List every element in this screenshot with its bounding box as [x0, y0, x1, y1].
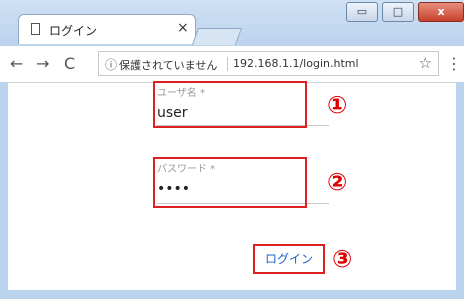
menu-icon[interactable]: ⋮	[446, 54, 462, 73]
browser-toolbar: ← → C ⓘ 保護されていません 192.168.1.1/login.html…	[0, 46, 464, 83]
title-bar: ログイン × ▭ □ x	[0, 0, 464, 46]
bookmark-star-icon[interactable]: ☆	[419, 54, 432, 72]
address-bar[interactable]: ⓘ 保護されていません 192.168.1.1/login.html ☆	[98, 51, 439, 76]
window-border-right	[456, 82, 464, 299]
window-border-left	[0, 82, 8, 299]
tab-title: ログイン	[49, 24, 98, 38]
highlight-box-1	[153, 81, 307, 128]
security-status: 保護されていません	[119, 59, 218, 72]
maximize-button[interactable]: □	[382, 2, 414, 22]
annotation-3: ③	[332, 245, 353, 273]
annotation-2: ②	[327, 168, 348, 196]
page-icon	[31, 23, 40, 35]
highlight-box-3	[253, 244, 325, 274]
browser-tab[interactable]: ログイン ×	[18, 14, 196, 44]
reload-icon[interactable]: C	[64, 54, 75, 73]
info-icon[interactable]: ⓘ	[105, 56, 117, 73]
tab-close-button[interactable]: ×	[177, 20, 189, 36]
url-text[interactable]: 192.168.1.1/login.html	[233, 57, 359, 70]
minimize-button[interactable]: ▭	[346, 2, 378, 22]
close-window-button[interactable]: x	[418, 2, 464, 22]
highlight-box-2	[153, 157, 307, 208]
forward-icon[interactable]: →	[36, 54, 49, 73]
window-border-bottom	[0, 290, 464, 299]
annotation-1: ①	[327, 91, 348, 119]
divider	[227, 57, 228, 71]
new-tab-button[interactable]	[191, 28, 243, 45]
back-icon[interactable]: ←	[10, 54, 23, 73]
